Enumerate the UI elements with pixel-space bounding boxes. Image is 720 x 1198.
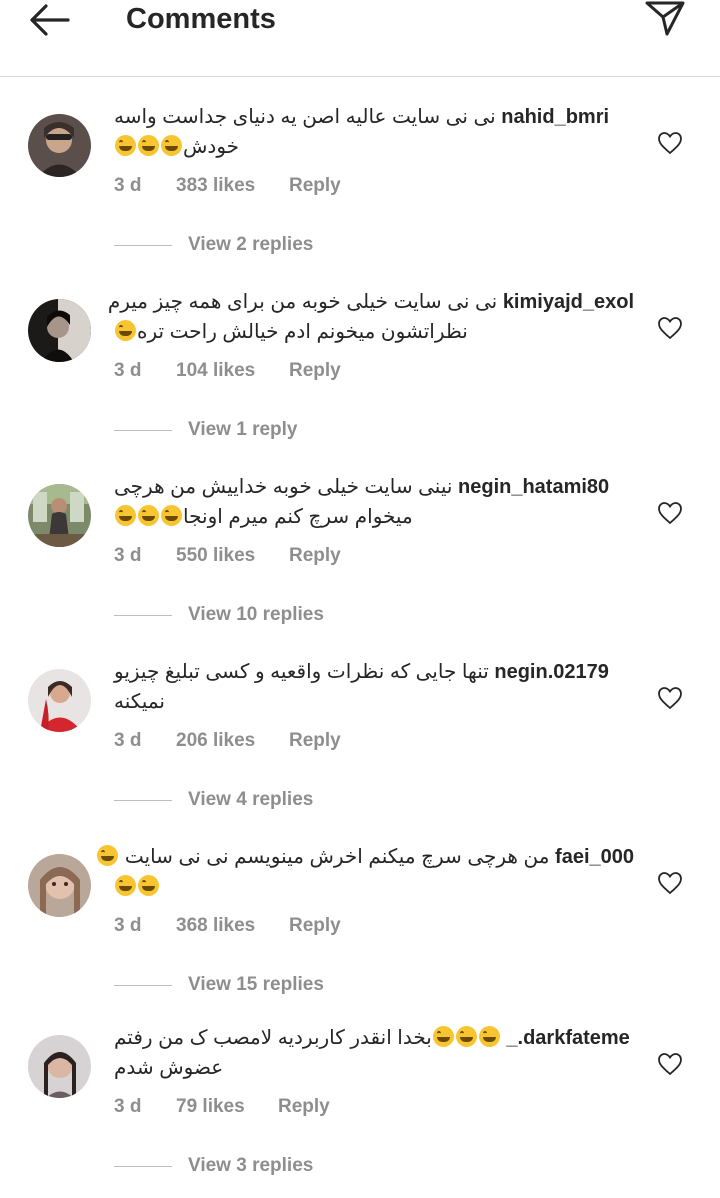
- comment-username[interactable]: faei_000: [555, 846, 634, 868]
- heart-outline-icon: [658, 1053, 682, 1076]
- comment-body-line2: نظراتشون میخونم ادم خیالش راحت تره: [137, 321, 468, 343]
- comment-username[interactable]: nahid_bmri: [501, 106, 609, 128]
- heart-outline-icon: [658, 872, 682, 895]
- comment-body-line1: تنها جایی که نظرات واقعیه و کسی تبلیغ چی…: [114, 661, 489, 683]
- comment-text: _.darkfateme بخدا انقدر کاربردیه لامصب ک…: [114, 1023, 634, 1083]
- view-replies-label: View 1 reply: [188, 419, 298, 440]
- view-replies-label: View 2 replies: [188, 234, 314, 255]
- heart-outline-icon: [658, 317, 682, 340]
- reply-button[interactable]: Reply: [289, 542, 341, 570]
- comment-body-line2: نمیکنه: [114, 691, 165, 713]
- comment-body-line2: خودش: [183, 136, 240, 158]
- reply-button[interactable]: Reply: [289, 172, 341, 200]
- emoji-icon: [115, 320, 136, 341]
- avatar[interactable]: [28, 669, 91, 732]
- comment-username[interactable]: _.darkfateme: [506, 1027, 629, 1049]
- like-button[interactable]: [657, 131, 683, 155]
- comment-body-line1: نینی سایت خیلی خوبه خداییش من هرچی: [114, 476, 453, 498]
- view-replies-label: View 3 replies: [188, 1155, 314, 1176]
- comment-time: 3 d: [114, 175, 142, 196]
- replies-divider: [114, 615, 172, 616]
- like-button[interactable]: [657, 501, 683, 525]
- emoji-icon: [138, 875, 159, 896]
- emoji-icon: [115, 875, 136, 896]
- avatar[interactable]: [28, 1035, 91, 1098]
- comment-body-line1: نی نی سایت عالیه اصن یه دنیای جداست واسه: [114, 106, 496, 128]
- comment-text: nahid_bmri نی نی سایت عالیه اصن یه دنیای…: [114, 102, 634, 162]
- emoji-icon: [432, 1026, 454, 1047]
- reply-button[interactable]: Reply: [289, 727, 341, 755]
- header-bar: Comments: [0, 0, 720, 77]
- emoji-icon: [97, 845, 119, 866]
- paper-plane-icon: [645, 1, 685, 36]
- emoji-icon: [455, 1026, 477, 1047]
- comment-item: negin.02179 تنها جایی که نظرات واقعیه و …: [0, 647, 720, 832]
- comment-likes[interactable]: 368 likes: [176, 912, 255, 940]
- comment-time: 3 d: [114, 360, 142, 381]
- avatar[interactable]: [28, 484, 91, 547]
- heart-outline-icon: [658, 502, 682, 525]
- share-button[interactable]: [644, 0, 686, 38]
- emoji-icon: [161, 505, 182, 526]
- comment-text: negin_hatami80 نینی سایت خیلی خوبه خدایی…: [114, 472, 634, 532]
- view-replies-label: View 10 replies: [188, 604, 324, 625]
- comment-likes[interactable]: 383 likes: [176, 172, 255, 200]
- like-button[interactable]: [657, 686, 683, 710]
- emoji-icon: [478, 1026, 500, 1047]
- comment-body-line1: بخدا انقدر کاربردیه لامصب ک من رفتم: [114, 1027, 432, 1049]
- comment-body-line1: نی نی سایت خیلی خوبه من برای همه چیز میر…: [107, 291, 498, 313]
- comment-item: nahid_bmri نی نی سایت عالیه اصن یه دنیای…: [0, 92, 720, 277]
- avatar[interactable]: [28, 299, 91, 362]
- emoji-icon: [115, 505, 136, 526]
- arrow-left-icon: [30, 4, 70, 36]
- view-replies-label: View 15 replies: [188, 974, 324, 995]
- emoji-icon: [115, 135, 136, 156]
- comment-likes[interactable]: 550 likes: [176, 542, 255, 570]
- reply-button[interactable]: Reply: [289, 357, 341, 385]
- comment-body-line1: من هرچی سرچ میکنم اخرش مینویسم نی نی سای…: [124, 846, 550, 868]
- comment-item: _.darkfateme بخدا انقدر کاربردیه لامصب ک…: [0, 1013, 720, 1198]
- comment-time: 3 d: [114, 545, 142, 566]
- heart-outline-icon: [658, 132, 682, 155]
- comment-body-line2: میخوام سرچ کنم میرم اونجا: [183, 506, 413, 528]
- replies-divider: [114, 800, 172, 801]
- emoji-icon: [161, 135, 182, 156]
- view-replies-label: View 4 replies: [188, 789, 314, 810]
- replies-divider: [114, 1166, 172, 1167]
- comment-item: kimiyajd_exol نی نی سایت خیلی خوبه من بر…: [0, 277, 720, 462]
- comment-username[interactable]: negin_hatami80: [458, 476, 609, 498]
- comment-likes[interactable]: 79 likes: [176, 1093, 245, 1121]
- comment-username[interactable]: negin.02179: [494, 661, 609, 683]
- like-button[interactable]: [657, 316, 683, 340]
- avatar[interactable]: [28, 854, 91, 917]
- heart-outline-icon: [658, 687, 682, 710]
- comment-time: 3 d: [114, 730, 142, 751]
- comment-time: 3 d: [114, 1096, 142, 1117]
- like-button[interactable]: [657, 1052, 683, 1076]
- replies-divider: [114, 985, 172, 986]
- reply-button[interactable]: Reply: [278, 1093, 330, 1121]
- comment-time: 3 d: [114, 915, 142, 936]
- page-title: Comments: [126, 3, 276, 35]
- replies-divider: [114, 245, 172, 246]
- comment-likes[interactable]: 104 likes: [176, 357, 255, 385]
- replies-divider: [114, 430, 172, 431]
- comment-likes[interactable]: 206 likes: [176, 727, 255, 755]
- emoji-icon: [138, 505, 159, 526]
- emoji-icon: [138, 135, 159, 156]
- comment-text: negin.02179 تنها جایی که نظرات واقعیه و …: [114, 657, 634, 717]
- comment-item: negin_hatami80 نینی سایت خیلی خوبه خدایی…: [0, 462, 720, 647]
- comment-username[interactable]: kimiyajd_exol: [503, 291, 634, 313]
- reply-button[interactable]: Reply: [289, 912, 341, 940]
- comment-text: faei_000 من هرچی سرچ میکنم اخرش مینویسم …: [97, 842, 634, 902]
- avatar[interactable]: [28, 114, 91, 177]
- back-button[interactable]: [28, 2, 72, 38]
- comment-item: faei_000 من هرچی سرچ میکنم اخرش مینویسم …: [0, 832, 720, 1017]
- comment-text: kimiyajd_exol نی نی سایت خیلی خوبه من بر…: [108, 287, 634, 347]
- like-button[interactable]: [657, 871, 683, 895]
- comment-body-line2: عضوش شدم: [114, 1057, 224, 1079]
